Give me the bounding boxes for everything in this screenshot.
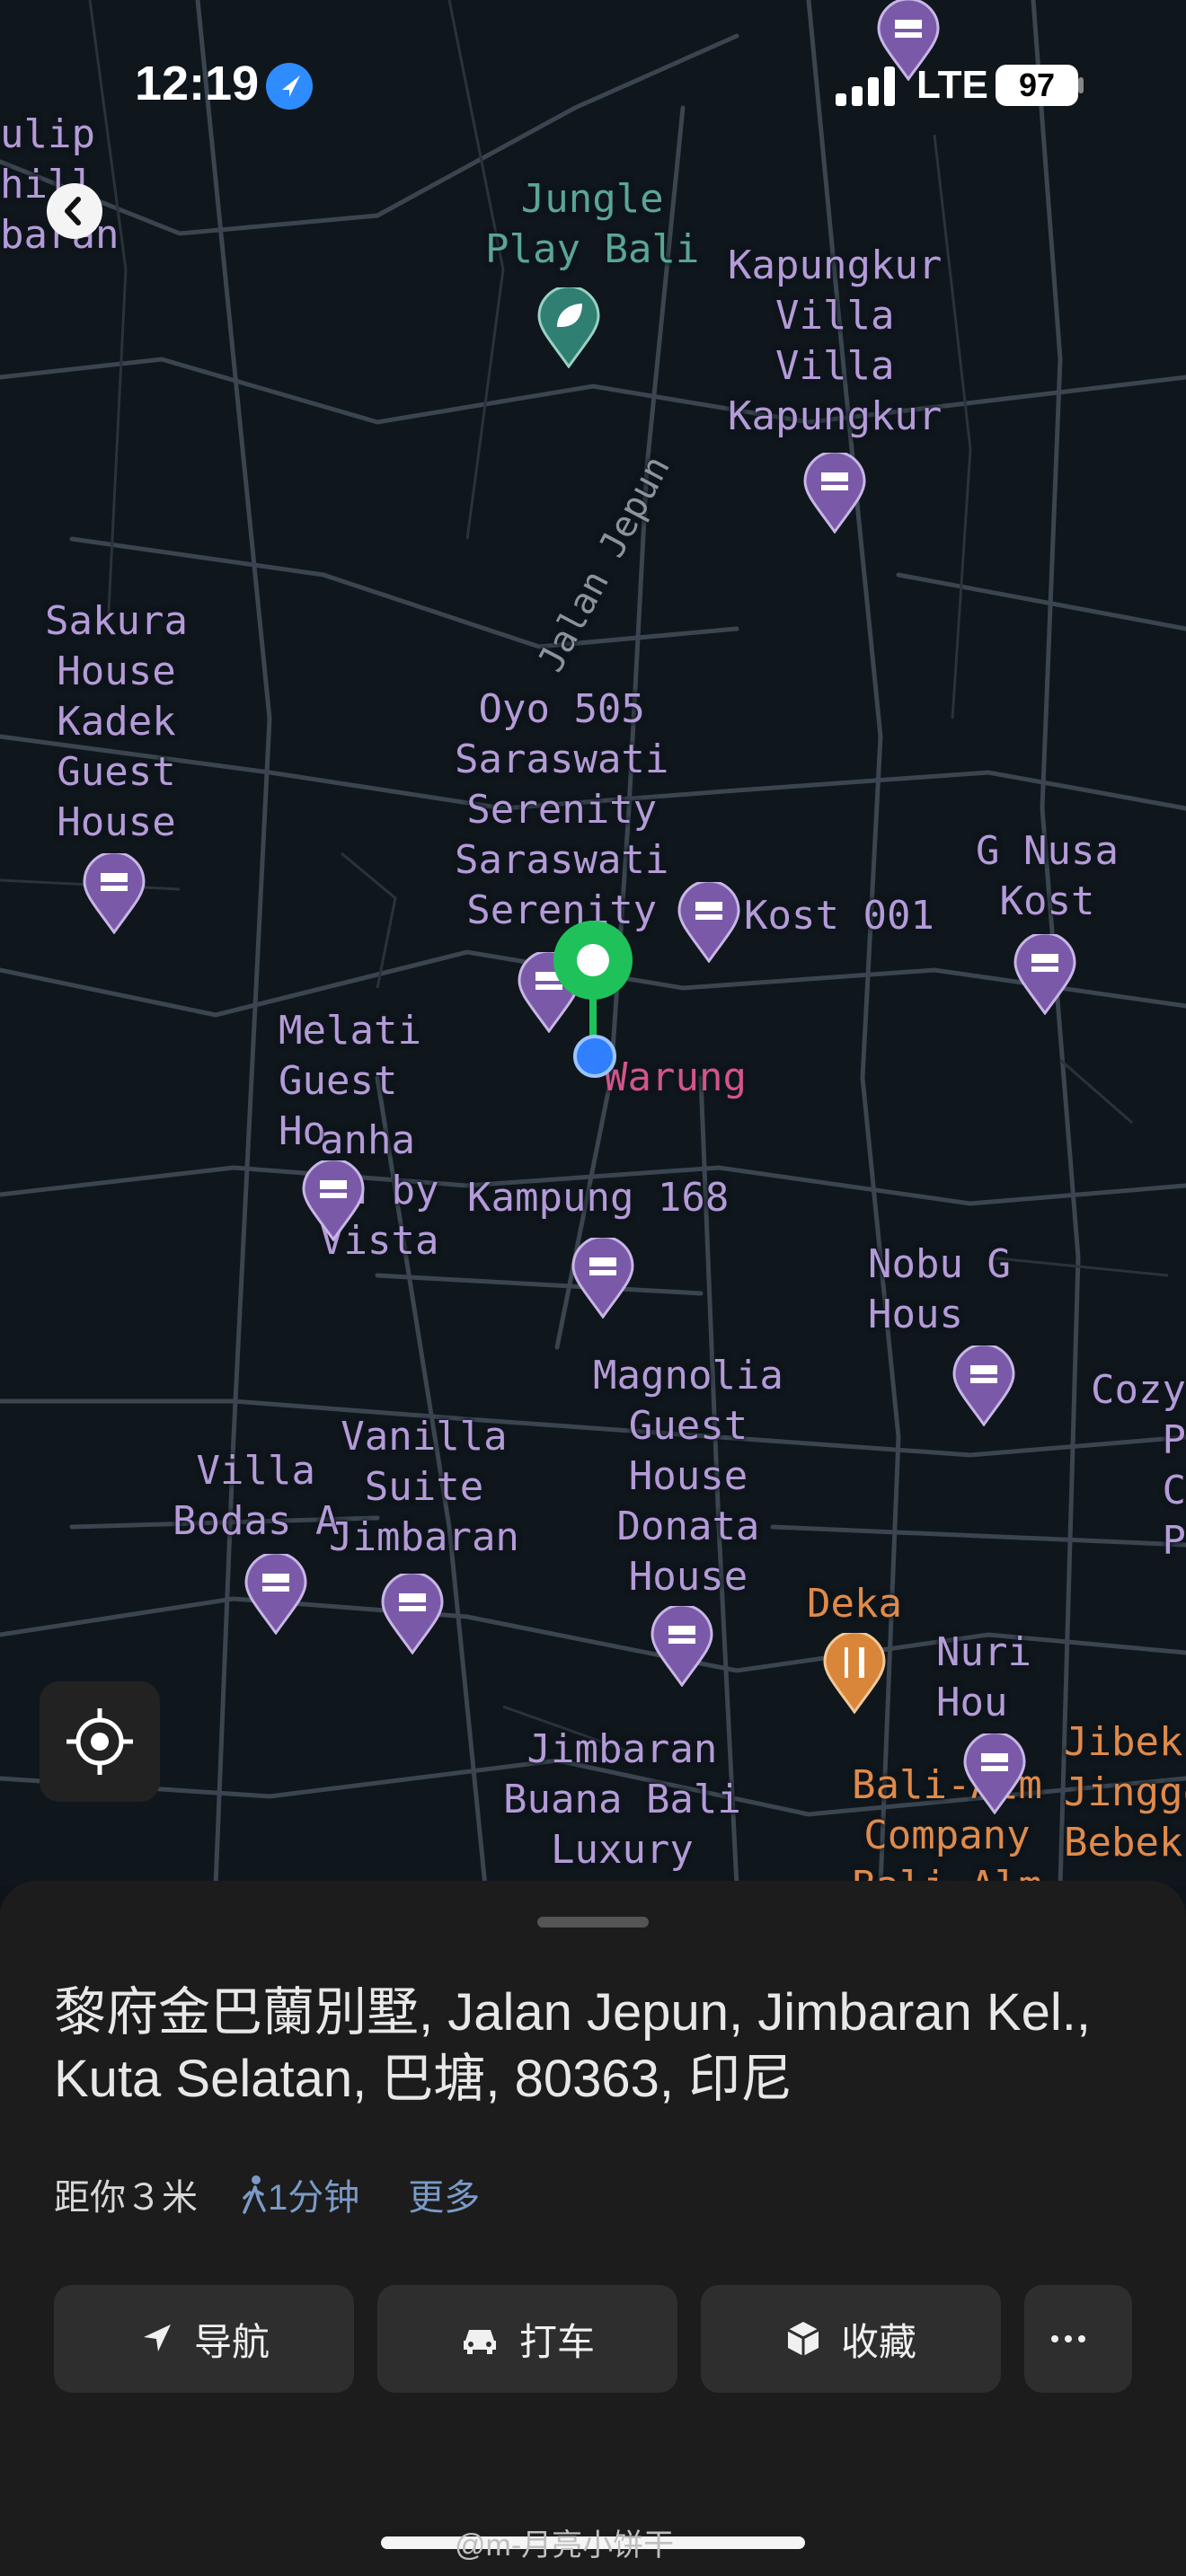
cube-icon	[787, 2322, 819, 2356]
hotel-pin-icon[interactable]	[302, 1160, 365, 1241]
hotel-pin-icon[interactable]	[244, 1554, 307, 1635]
network-type: LTE	[916, 63, 988, 107]
taxi-button[interactable]: 打车	[377, 2285, 677, 2393]
place-label-nuri[interactable]: Nuri Hou	[936, 1628, 1031, 1728]
hotel-pin-icon[interactable]	[963, 1734, 1026, 1814]
sheet-drag-handle[interactable]	[537, 1917, 649, 1928]
watermark: @m-月亮小饼干	[455, 2528, 675, 2563]
battery-level: 97	[996, 65, 1078, 106]
park-pin-icon[interactable]	[537, 287, 600, 368]
restaurant-pin-icon[interactable]	[823, 1633, 886, 1714]
action-buttons: 导航 打车 收藏	[54, 2285, 1132, 2393]
favorite-label: 收藏	[840, 2320, 916, 2363]
place-label-jimbaran-buana[interactable]: Jimbaran Buana Bali Luxury	[503, 1725, 741, 1875]
place-detail-sheet[interactable]: 黎府金巴蘭別墅, Jalan Jepun, Jimbaran Kel., Kut…	[0, 1881, 1186, 2576]
hotel-pin-icon[interactable]	[803, 453, 866, 534]
place-label-kost-001[interactable]: Kost 001	[744, 891, 934, 941]
place-label-nobu[interactable]: Nobu G Hous	[868, 1239, 1011, 1340]
walk-time-text: 1分钟	[268, 2178, 360, 2218]
hotel-pin-icon[interactable]	[1013, 934, 1076, 1015]
hotel-pin-icon[interactable]	[677, 882, 740, 963]
place-label-villa-bodas[interactable]: Villa Bodas A	[173, 1446, 339, 1547]
place-label-vanilla-suite[interactable]: Vanilla Suite Jimbaran	[329, 1412, 519, 1563]
more-link[interactable]: 更多	[408, 2168, 480, 2220]
distance-text: 距你３米	[54, 2178, 198, 2218]
place-label-cozy[interactable]: Cozy P C P	[1071, 1365, 1186, 1566]
hotel-pin-icon[interactable]	[83, 853, 146, 934]
walking-person-icon	[243, 2175, 266, 2214]
place-address: 黎府金巴蘭別墅, Jalan Jepun, Jimbaran Kel., Kut…	[54, 1983, 1091, 2108]
navigate-arrow-icon	[143, 2325, 171, 2351]
place-label-jibek-jinggo[interactable]: Jibek Jinggo Bebek	[1064, 1717, 1186, 1868]
back-button[interactable]	[47, 183, 102, 239]
place-meta: 距你３米 1分钟 更多	[54, 2168, 480, 2220]
status-bar: 12:19 LTE 97	[0, 0, 1186, 171]
car-icon	[463, 2330, 496, 2354]
clock: 12:19	[135, 57, 260, 110]
favorite-button[interactable]: 收藏	[701, 2285, 1001, 2393]
navigate-label: 导航	[193, 2320, 270, 2363]
place-label-kapungkur[interactable]: Kapungkur Villa Villa Kapungkur	[728, 241, 942, 442]
crosshair-icon	[66, 1708, 133, 1775]
hotel-pin-icon[interactable]	[952, 1345, 1015, 1426]
place-label-magnolia[interactable]: Magnolia Guest House Donata House	[593, 1351, 783, 1602]
cellular-signal-icon	[836, 66, 895, 106]
place-label-jungle-play-bali[interactable]: Jungle Play Bali	[485, 174, 699, 275]
walk-time: 1分钟	[241, 2168, 359, 2220]
chevron-left-icon	[65, 197, 81, 225]
locate-me-button[interactable]	[40, 1681, 160, 1802]
place-label-deka[interactable]: Deka	[807, 1579, 902, 1629]
place-label-oyo-505[interactable]: Oyo 505 Saraswati Serenity Saraswati Ser…	[455, 684, 668, 936]
ellipsis-icon	[1051, 2335, 1085, 2342]
more-options-button[interactable]	[1024, 2285, 1132, 2393]
map-view[interactable]: Jalan Jepun Jungle Play Bali Kapungkur V…	[0, 0, 1186, 1886]
place-label-kampung-168[interactable]: Kampung 168	[467, 1173, 729, 1223]
hotel-pin-icon[interactable]	[571, 1238, 634, 1319]
hotel-pin-icon[interactable]	[381, 1574, 444, 1654]
place-label-sakura-house[interactable]: Sakura House Kadek Guest House	[45, 596, 188, 848]
navigate-button[interactable]: 导航	[54, 2285, 354, 2393]
selected-location-pin-icon[interactable]	[548, 920, 638, 1081]
place-label-g-nusa-kost[interactable]: G Nusa Kost	[976, 826, 1119, 927]
hotel-pin-icon[interactable]	[651, 1606, 713, 1687]
location-services-icon	[266, 63, 313, 110]
battery-cap	[1078, 77, 1084, 93]
taxi-label: 打车	[518, 2320, 595, 2363]
